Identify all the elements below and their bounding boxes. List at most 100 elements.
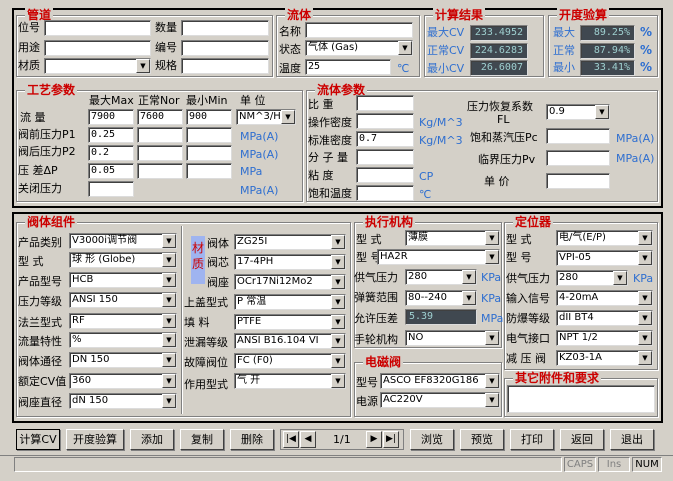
delete-button[interactable]: 删除 [230, 429, 274, 450]
p2-max-input[interactable]: 0.2 [88, 145, 134, 161]
dp-nor-input[interactable] [137, 163, 183, 179]
price-label: 单 价 [484, 175, 510, 188]
use-input[interactable] [44, 40, 151, 56]
fluid-name-label: 名称 [279, 25, 301, 38]
pclass-select[interactable]: ANSI 150 ▼ [69, 292, 177, 308]
act-type-label: 型 式 [356, 233, 382, 246]
form-label: 型 式 [18, 255, 44, 268]
std-label: 标准密度 [308, 134, 352, 147]
spec-input[interactable] [181, 58, 269, 74]
preview-button[interactable]: 预览 [460, 429, 504, 450]
model-select[interactable]: HCB ▼ [69, 272, 177, 288]
sol-model-select[interactable]: ASCO EF8320G186 ▼ [380, 373, 500, 389]
dp-min-input[interactable] [186, 163, 232, 179]
reg-select[interactable]: KZ03-1A ▼ [556, 350, 653, 366]
opd-unit: Kg/M^3 [419, 116, 463, 129]
calc-cv-button[interactable]: 计算CV [16, 429, 60, 450]
norm-cv-value: 224.6283 [470, 43, 528, 59]
no-input[interactable] [181, 40, 269, 56]
mat-label: 材质 [18, 59, 40, 72]
act-type-select[interactable]: 薄膜 ▼ [405, 230, 500, 246]
pos-model-select[interactable]: VPI-05 ▼ [556, 250, 653, 266]
print-button[interactable]: 打印 [510, 429, 554, 450]
conn-select[interactable]: NPT 1/2 ▼ [556, 330, 653, 346]
state-label: 状态 [279, 43, 301, 56]
form-select[interactable]: 球 形 (Globe) ▼ [69, 252, 177, 268]
std-unit: Kg/M^3 [419, 134, 463, 147]
p2-nor-input[interactable] [137, 145, 183, 161]
next-page-icon[interactable]: ▶ [366, 431, 382, 448]
flow-max-input[interactable]: 7900 [88, 109, 134, 125]
pc-input[interactable] [546, 128, 610, 144]
type-select[interactable]: V3000i调节阀 ▼ [69, 233, 177, 249]
fl-select[interactable]: 0.9 ▼ [546, 104, 610, 120]
open-min-value: 33.41% [580, 60, 635, 76]
mseat-select[interactable]: OCr17Ni12Mo2 ▼ [234, 274, 346, 290]
fail-select[interactable]: FC (F0) ▼ [234, 353, 346, 369]
std-input[interactable]: 0.7 [356, 131, 414, 147]
cv-select[interactable]: 360 ▼ [69, 373, 177, 389]
pipe-mat-select[interactable]: ▼ [44, 58, 151, 74]
fluid-name-input[interactable] [305, 22, 413, 38]
exit-button[interactable]: 退出 [610, 429, 654, 450]
browse-button[interactable]: 浏览 [410, 429, 454, 450]
dn-select[interactable]: DN 150 ▼ [69, 352, 177, 368]
dp-max-input[interactable]: 0.05 [88, 163, 134, 179]
leak-select[interactable]: ANSI B16.104 VI ▼ [234, 333, 346, 349]
hdr-unit: 单 位 [240, 94, 266, 107]
pos-type-label: 型 式 [506, 233, 532, 246]
state-select[interactable]: 气体 (Gas) ▼ [305, 40, 413, 56]
sol-power-select[interactable]: AC220V ▼ [380, 392, 500, 408]
ex-select[interactable]: dII BT4 ▼ [556, 310, 653, 326]
mbody-select[interactable]: ZG25I ▼ [234, 234, 346, 250]
temp-input[interactable]: 25 [305, 59, 391, 75]
first-page-icon[interactable]: |◀ [283, 431, 299, 448]
chevron-down-icon: ▼ [485, 393, 499, 407]
close-input[interactable] [88, 181, 134, 197]
mcore-select[interactable]: 17-4PH ▼ [234, 254, 346, 270]
add-button[interactable]: 添加 [130, 429, 174, 450]
caps-indicator: CAPS [564, 457, 596, 472]
p1-nor-input[interactable] [137, 127, 183, 143]
p1-min-input[interactable] [186, 127, 232, 143]
sol-model-label: 型号 [356, 376, 378, 389]
sig-select[interactable]: 4-20mA ▼ [556, 290, 653, 306]
bonnet-select[interactable]: P 常温 ▼ [234, 294, 346, 310]
act-air-select[interactable]: 280 ▼ [405, 269, 477, 285]
last-page-icon[interactable]: ▶| [383, 431, 399, 448]
visc-input[interactable] [356, 167, 414, 183]
act-model-select[interactable]: HA2R ▼ [377, 249, 500, 265]
char-select[interactable]: % ▼ [69, 332, 177, 348]
mw-input[interactable] [356, 149, 414, 165]
seat-select[interactable]: dN 150 ▼ [69, 393, 177, 409]
act-select[interactable]: 气 开 ▼ [234, 373, 346, 389]
pos-air-select[interactable]: 280 ▼ [556, 270, 628, 286]
flow-min-input[interactable]: 900 [186, 109, 232, 125]
p1-max-input[interactable]: 0.25 [88, 127, 134, 143]
p2-min-input[interactable] [186, 145, 232, 161]
pv-input[interactable] [546, 150, 610, 166]
hand-select[interactable]: NO ▼ [405, 330, 500, 346]
sat-input[interactable] [356, 185, 414, 201]
chevron-down-icon: ▼ [162, 253, 176, 267]
prev-page-icon[interactable]: ◀ [300, 431, 316, 448]
fl-sub-label: FL [497, 113, 510, 126]
ratio-input[interactable] [356, 95, 414, 111]
pos-type-select[interactable]: 电/气(E/P) ▼ [556, 230, 653, 246]
open-check-button[interactable]: 开度验算 [66, 429, 124, 450]
flange-select[interactable]: RF ▼ [69, 313, 177, 329]
back-button[interactable]: 返回 [560, 429, 604, 450]
pos-input[interactable] [44, 20, 151, 36]
copy-button[interactable]: 复制 [180, 429, 224, 450]
price-input[interactable] [546, 173, 610, 189]
flow-nor-input[interactable]: 7600 [137, 109, 183, 125]
qty-input[interactable] [181, 20, 269, 36]
no-label: 编号 [155, 41, 177, 54]
pack-select[interactable]: PTFE ▼ [234, 314, 346, 330]
opd-input[interactable] [356, 113, 414, 129]
chevron-down-icon: ▼ [638, 351, 652, 365]
chevron-down-icon: ▼ [638, 231, 652, 245]
flow-unit-select[interactable]: NM^3/H ▼ [236, 109, 296, 125]
spring-select[interactable]: 80--240 ▼ [405, 290, 477, 306]
other-input[interactable] [507, 385, 655, 413]
